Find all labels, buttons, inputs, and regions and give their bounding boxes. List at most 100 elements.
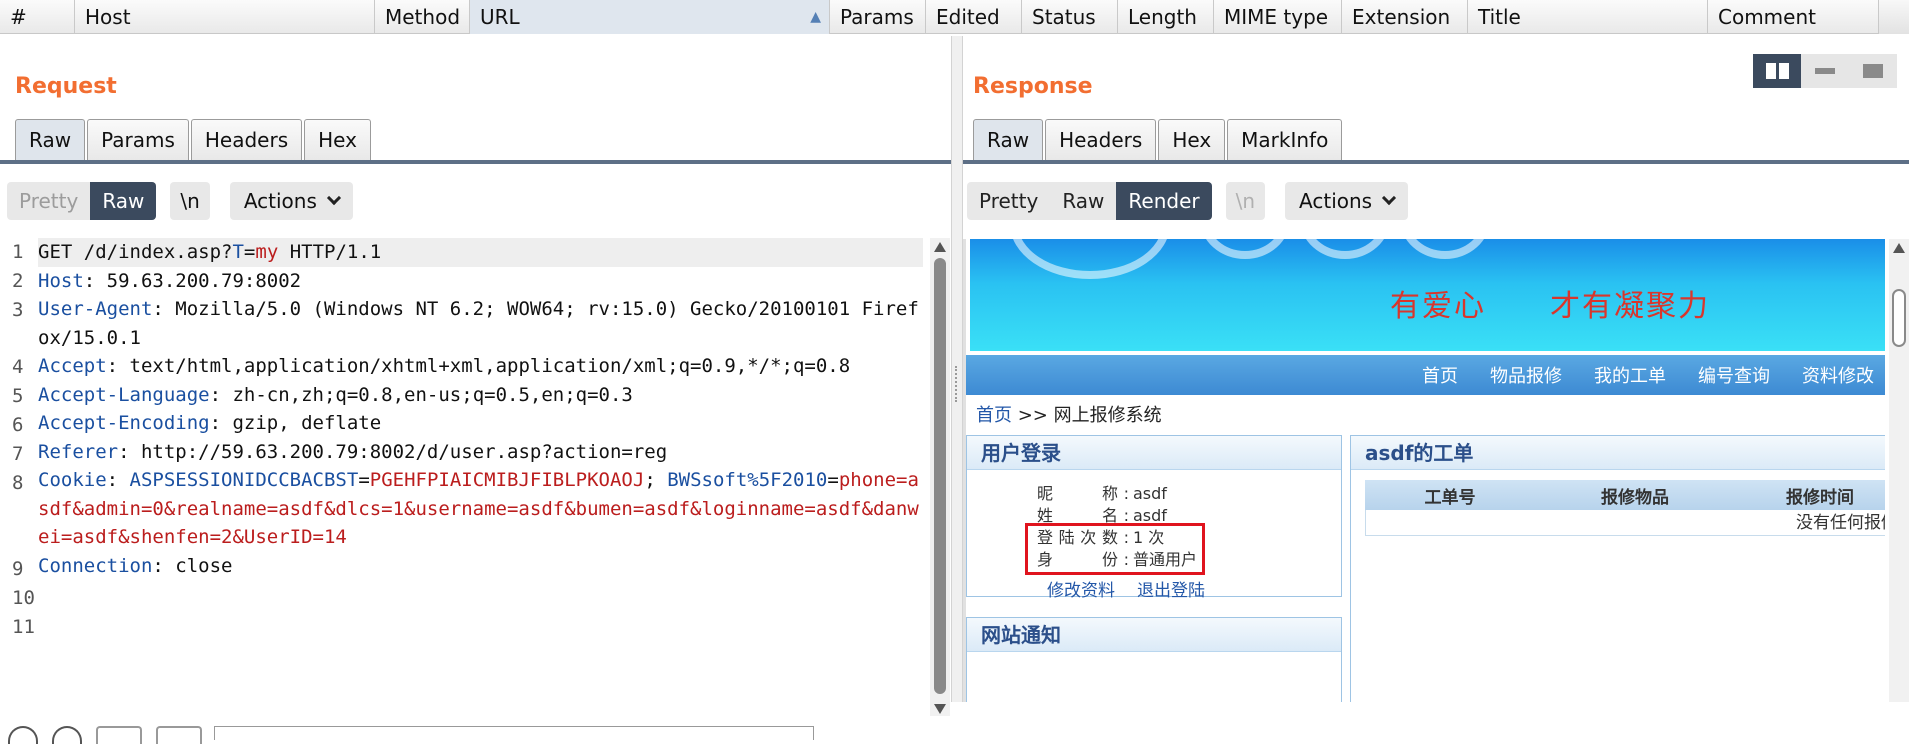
tab-raw[interactable]: Raw xyxy=(973,119,1044,161)
prev-match-button[interactable] xyxy=(96,726,142,744)
response-scrollbar[interactable] xyxy=(1889,239,1909,702)
account-link[interactable]: 退出登陆 xyxy=(1137,581,1205,601)
code-line: Connection: close xyxy=(38,552,923,581)
column-header-method[interactable]: Method xyxy=(375,0,470,34)
request-view-bar: Pretty Raw \n Actions xyxy=(7,182,353,220)
render-toggle[interactable]: Render xyxy=(1116,182,1212,220)
nav-link[interactable]: 资料修改 xyxy=(1802,362,1874,388)
breadcrumb-home-link[interactable]: 首页 xyxy=(976,405,1012,426)
rows-icon xyxy=(1815,68,1835,74)
header-name: Accept xyxy=(38,355,107,377)
newline-toggle[interactable]: \n xyxy=(170,182,210,220)
history-table-header: # Host Method URL ▲ Params Edited Status Length M… xyxy=(0,0,1909,34)
column-header-url[interactable]: URL ▲ xyxy=(470,0,830,34)
scroll-up-icon[interactable] xyxy=(934,242,946,252)
newline-toggle[interactable]: \n xyxy=(1225,182,1266,220)
orders-box: asdf的工单 工单号 报修物品 报修时间 没有任何报修 xyxy=(1350,435,1885,702)
code-text: : text/html,application/xhtml+xml,applic… xyxy=(106,355,851,377)
column-header-[interactable]: # xyxy=(0,0,75,34)
code-text: : close xyxy=(152,554,233,577)
nav-link[interactable]: 首页 xyxy=(1422,362,1458,388)
pretty-toggle[interactable]: Pretty xyxy=(967,182,1050,220)
request-scrollbar[interactable] xyxy=(930,238,950,716)
tab-hex[interactable]: Hex xyxy=(1158,119,1226,161)
code-line: Accept-Language: zh-cn,zh;q=0.8,en-us;q=… xyxy=(38,381,923,410)
column-header-title[interactable]: Title xyxy=(1468,0,1708,34)
chevron-down-icon xyxy=(1382,190,1397,206)
request-actions-button[interactable]: Actions xyxy=(229,182,353,220)
layout-side-by-side-button[interactable] xyxy=(1753,54,1801,88)
header-name: Host xyxy=(38,269,84,292)
header-value: my xyxy=(255,241,279,263)
help-icon[interactable] xyxy=(8,726,38,744)
raw-toggle[interactable]: Raw xyxy=(1050,182,1116,220)
code-text: = xyxy=(358,469,370,491)
orders-box-title: asdf的工单 xyxy=(1351,436,1885,470)
nav-link[interactable]: 我的工单 xyxy=(1594,362,1666,388)
orders-column-header: 工单号 xyxy=(1424,487,1476,508)
header-name: Connection xyxy=(38,554,153,577)
line-number: 4 xyxy=(12,356,24,378)
header-name: User-Agent xyxy=(38,298,153,320)
login-links: 修改资料 退出登陆 xyxy=(1047,576,1227,601)
rendered-page: 有爱心 才有凝聚力 首页 物品报修 我的工单 编号查询 资料修改 首页 >> 网上报修系… xyxy=(963,239,1885,702)
response-actions-button[interactable]: Actions xyxy=(1285,182,1409,220)
column-header-comment[interactable]: Comment xyxy=(1708,0,1879,34)
column-header-extension[interactable]: Extension xyxy=(1342,0,1468,34)
layout-stacked-button[interactable] xyxy=(1801,54,1849,88)
nav-link[interactable]: 物品报修 xyxy=(1490,362,1562,388)
line-number: 1 xyxy=(12,241,24,263)
code-line: Host: 59.63.200.79:8002 xyxy=(38,267,923,296)
next-match-button[interactable] xyxy=(156,726,202,744)
line-number: 2 xyxy=(12,270,24,292)
column-header-status[interactable]: Status xyxy=(1022,0,1118,34)
line-number: 6 xyxy=(12,414,24,436)
tab-hex[interactable]: Hex xyxy=(304,119,371,161)
info-label: 昵 称: xyxy=(1037,484,1129,503)
column-header-length[interactable]: Length xyxy=(1118,0,1214,34)
code-text: GET /d/index.asp? xyxy=(38,241,233,263)
breadcrumb: 首页 >> 网上报修系统 xyxy=(976,405,1162,426)
column-header-host[interactable]: Host xyxy=(75,0,375,34)
code-line: Accept-Encoding: gzip, deflate xyxy=(38,409,923,438)
layout-toggles xyxy=(1753,54,1897,88)
tab-headers[interactable]: Headers xyxy=(1045,119,1157,161)
scrollbar-thumb[interactable] xyxy=(934,258,946,694)
response-view-bar: Pretty Raw Render \n Actions xyxy=(967,182,1409,220)
orders-table: 工单号 报修物品 报修时间 没有任何报修 xyxy=(1365,480,1885,536)
layout-single-button[interactable] xyxy=(1849,54,1897,88)
line-number: 9 xyxy=(12,558,24,580)
line-number: 8 xyxy=(12,472,24,494)
orders-column-header: 报修物品 xyxy=(1601,487,1669,508)
header-name: T xyxy=(232,241,244,263)
raw-toggle[interactable]: Raw xyxy=(90,182,157,220)
column-menu-button[interactable] xyxy=(1879,0,1909,34)
site-nav: 首页 物品报修 我的工单 编号查询 资料修改 xyxy=(966,355,1885,395)
scroll-up-icon[interactable] xyxy=(1893,243,1905,253)
search-input[interactable] xyxy=(214,726,814,740)
column-header-edited[interactable]: Edited xyxy=(926,0,1022,34)
settings-icon[interactable] xyxy=(52,726,82,744)
header-name: ASPSESSIONIDCCBACBST xyxy=(129,469,359,491)
account-link[interactable]: 修改资料 xyxy=(1047,581,1115,601)
tab-params[interactable]: Params xyxy=(87,119,189,161)
column-header-params[interactable]: Params xyxy=(830,0,926,34)
nav-link[interactable]: 编号查询 xyxy=(1698,362,1770,388)
orders-table-header: 工单号 报修物品 报修时间 xyxy=(1365,480,1885,510)
tab-headers[interactable]: Headers xyxy=(190,119,303,161)
pretty-toggle[interactable]: Pretty xyxy=(7,182,90,220)
request-text[interactable]: GET /d/index.asp?T = my HTTP/1.1 Host: 59.6… xyxy=(38,238,923,637)
scrollbar-thumb[interactable] xyxy=(1892,289,1906,347)
info-value: asdf xyxy=(1133,484,1167,503)
login-info-row: 昵 称: asdf xyxy=(1037,480,1167,504)
scroll-down-icon[interactable] xyxy=(934,704,946,714)
tab-underline xyxy=(0,160,951,164)
tab-markinfo[interactable]: MarkInfo xyxy=(1227,119,1343,161)
column-header-mime-type[interactable]: MIME type xyxy=(1214,0,1342,34)
panel-splitter[interactable] xyxy=(951,36,963,702)
code-text: HTTP/1.1 xyxy=(278,241,382,263)
request-editor[interactable]: 1 2 3 4 5 6 7 8 9 10 11 GET /d/index.asp?T=my HTTP… xyxy=(0,238,930,688)
tab-raw[interactable]: Raw xyxy=(15,119,86,161)
notice-box-title: 网站通知 xyxy=(967,618,1341,652)
